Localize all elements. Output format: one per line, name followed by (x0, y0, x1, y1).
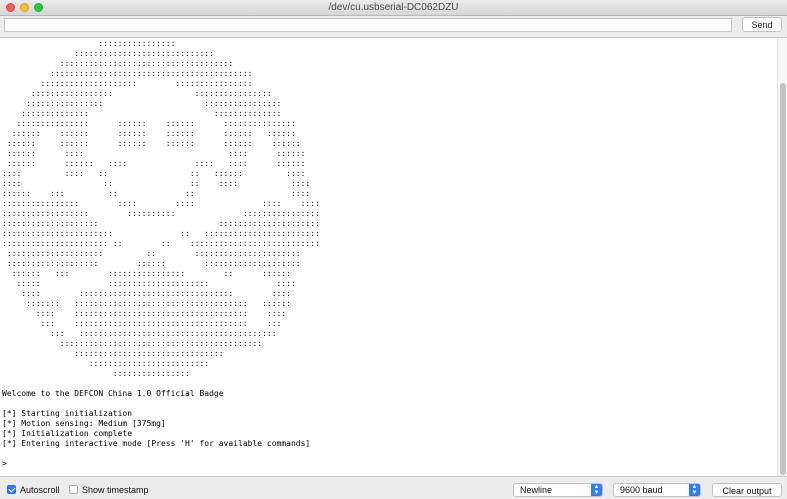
autoscroll-checkbox[interactable] (7, 485, 16, 494)
send-button[interactable]: Send (742, 17, 782, 32)
serial-output[interactable]: :::::::::::::::: :::::::::::::::::::::::… (0, 37, 787, 477)
show-timestamp-label: Show timestamp (82, 485, 149, 495)
serial-output-text: :::::::::::::::: :::::::::::::::::::::::… (2, 39, 320, 468)
send-toolbar: Send (0, 16, 787, 37)
window-title: /dev/cu.usbserial-DC062DZU (328, 2, 459, 13)
show-timestamp-checkbox[interactable] (69, 485, 78, 494)
line-ending-value: Newline (520, 485, 553, 495)
line-ending-select[interactable]: Newline ▲ ▼ (513, 483, 603, 497)
serial-input[interactable] (4, 18, 732, 32)
autoscroll-label: Autoscroll (20, 485, 60, 495)
select-arrows-icon: ▲ ▼ (689, 484, 700, 496)
vertical-scrollbar[interactable] (777, 38, 787, 476)
clear-output-button[interactable]: Clear output (712, 483, 782, 497)
baud-rate-select[interactable]: 9600 baud ▲ ▼ (613, 483, 701, 497)
title-bar: /dev/cu.usbserial-DC062DZU (0, 0, 787, 16)
baud-rate-value: 9600 baud (620, 485, 663, 495)
status-bar: Autoscroll Show timestamp Newline ▲ ▼ 960… (0, 478, 787, 499)
scrollbar-thumb[interactable] (780, 83, 786, 475)
select-arrows-icon: ▲ ▼ (591, 484, 602, 496)
